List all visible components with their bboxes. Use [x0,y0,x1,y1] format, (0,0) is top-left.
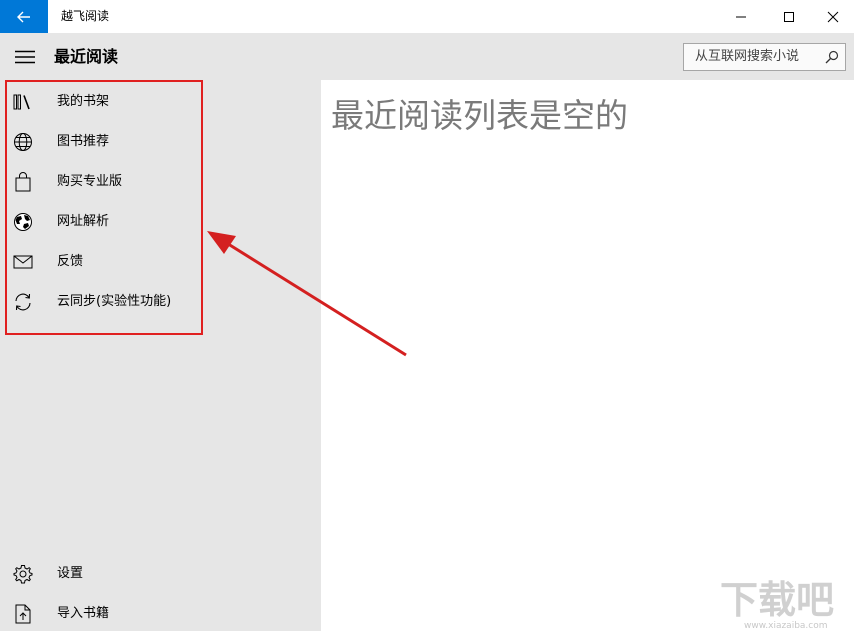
bookshelf-icon [12,92,34,112]
back-arrow-icon [17,11,30,22]
minimize-icon [736,16,746,17]
watermark-logo: 下载吧 www.xiazaiba.com [716,570,854,631]
world-icon [12,212,34,232]
maximize-icon [784,11,794,22]
search-box[interactable]: 从互联网搜索小说 [683,43,846,71]
sidebar: 我的书架 图书推荐 购买专业版 网址解析 反馈 云同步(实验性功能) 设置 导入… [0,80,321,631]
search-icon[interactable] [825,50,839,64]
app-title: 越飞阅读 [61,9,110,23]
watermark-text: 下载吧 [720,578,834,622]
import-file-icon [12,604,34,624]
sidebar-item-label: 购买专业版 [57,174,123,189]
sidebar-item-label: 反馈 [57,254,84,269]
gear-icon [12,564,34,584]
sidebar-item-settings[interactable]: 设置 [0,554,321,594]
mail-icon [12,252,34,272]
menu-button[interactable] [8,41,42,73]
page-title: 最近阅读 [54,47,119,66]
sidebar-item-buy-pro[interactable]: 购买专业版 [0,162,321,202]
sidebar-item-cloud-sync[interactable]: 云同步(实验性功能) [0,282,321,322]
close-button[interactable] [810,0,854,33]
shopping-bag-icon [12,172,34,192]
sidebar-item-label: 网址解析 [57,214,110,229]
sidebar-item-feedback[interactable]: 反馈 [0,242,321,282]
back-button[interactable] [0,0,48,33]
watermark-url: www.xiazaiba.com [744,621,828,631]
maximize-button[interactable] [766,0,812,33]
sidebar-item-import-books[interactable]: 导入书籍 [0,594,321,634]
sidebar-item-label: 导入书籍 [57,606,110,621]
minimize-button[interactable] [718,0,764,33]
sync-icon [12,292,34,312]
close-icon [827,11,839,22]
sidebar-item-label: 设置 [57,566,84,581]
sidebar-item-bookshelf[interactable]: 我的书架 [0,82,321,122]
sidebar-item-label: 图书推荐 [57,134,110,149]
search-input[interactable]: 从互联网搜索小说 [695,44,799,70]
main-content: 最近阅读列表是空的 [321,80,854,631]
title-bar: 越飞阅读 [0,0,854,33]
sidebar-item-book-recommend[interactable]: 图书推荐 [0,122,321,162]
hamburger-icon [15,50,35,64]
globe-icon [12,132,34,152]
sidebar-item-url-parse[interactable]: 网址解析 [0,202,321,242]
sidebar-item-label: 我的书架 [57,94,110,109]
empty-list-message: 最近阅读列表是空的 [331,96,628,135]
sidebar-item-label: 云同步(实验性功能) [57,294,172,309]
